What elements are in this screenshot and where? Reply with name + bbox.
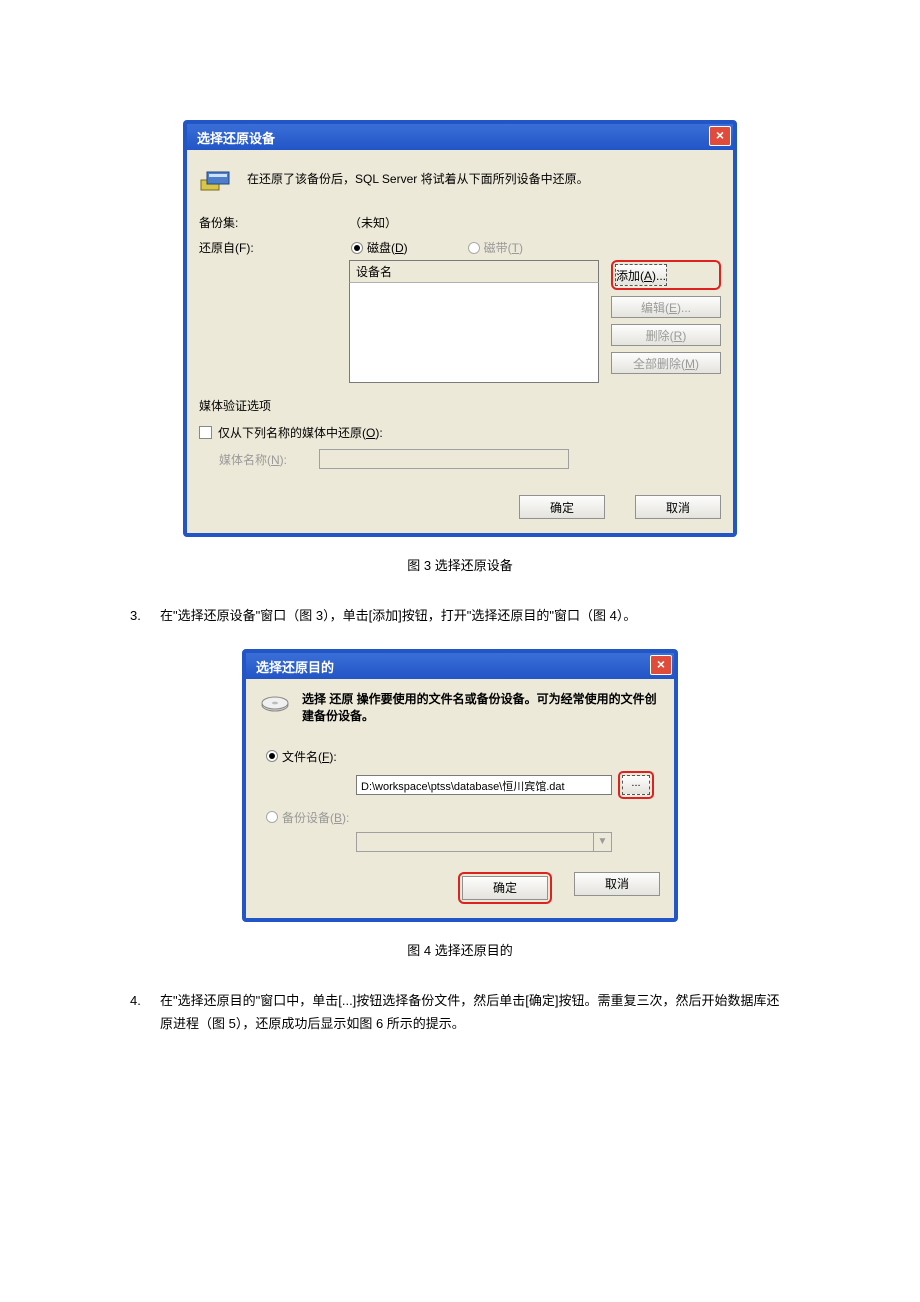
dialog-title: 选择还原设备 <box>197 131 275 146</box>
radio-filename-label: 文件名(F): <box>282 748 337 765</box>
media-name-label: 媒体名称(N): <box>219 451 309 468</box>
figure-3-caption: 图 3 选择还原设备 <box>0 555 920 574</box>
filename-input[interactable]: D:\workspace\ptss\database\恒川宾馆.dat <box>356 775 612 795</box>
media-verify-header: 媒体验证选项 <box>199 397 721 414</box>
cancel-button[interactable]: 取消 <box>574 872 660 896</box>
close-icon[interactable]: × <box>650 655 672 675</box>
backup-device-combo: ▼ <box>356 832 612 852</box>
backupset-value: （未知） <box>349 214 721 231</box>
disk-icon <box>260 695 290 715</box>
radio-disk[interactable]: 磁盘(D) <box>351 239 408 256</box>
delete-button: 删除(R) <box>611 324 721 346</box>
add-button[interactable]: 添加(A)... <box>615 264 667 286</box>
only-media-checkbox[interactable] <box>199 426 212 439</box>
ok-button[interactable]: 确定 <box>519 495 605 519</box>
device-list[interactable] <box>349 283 599 383</box>
step-4-text: 4. 在"选择还原目的"窗口中，单击[...]按钮选择备份文件，然后单击[确定]… <box>130 989 790 1036</box>
figure-4-caption: 图 4 选择还原目的 <box>0 940 920 959</box>
close-icon[interactable]: × <box>709 126 731 146</box>
radio-backup-device-label: 备份设备(B): <box>282 809 349 826</box>
restore-destination-dialog: 选择还原目的 × 选择 还原 操作要使用的文件名或备份设备。可为经常使用的文件创… <box>242 649 678 921</box>
radio-disk-label: 磁盘(D) <box>367 239 408 256</box>
radio-tape-label: 磁带(T) <box>484 239 523 256</box>
backup-device-icon <box>199 166 233 194</box>
only-media-label: 仅从下列名称的媒体中还原(O): <box>218 424 383 441</box>
radio-filename[interactable]: 文件名(F): <box>266 748 337 765</box>
restore-from-label: 还原自(F): <box>199 239 349 383</box>
radio-backup-device[interactable]: 备份设备(B): <box>266 809 349 826</box>
dialog2-title: 选择还原目的 <box>256 660 334 675</box>
ok-button[interactable]: 确定 <box>462 876 548 900</box>
media-name-input <box>319 449 569 469</box>
delete-all-button: 全部删除(M) <box>611 352 721 374</box>
dialog2-titlebar[interactable]: 选择还原目的 × <box>246 653 674 679</box>
radio-tape: 磁带(T) <box>468 239 523 256</box>
dialog-titlebar[interactable]: 选择还原设备 × <box>187 124 733 150</box>
browse-button[interactable]: ... <box>622 775 650 795</box>
dialog-info-text: 在还原了该备份后，SQL Server 将试着从下面所列设备中还原。 <box>247 166 589 194</box>
backupset-label: 备份集: <box>199 214 349 231</box>
dialog2-info-text: 选择 还原 操作要使用的文件名或备份设备。可为经常使用的文件创建备份设备。 <box>302 691 660 723</box>
chevron-down-icon: ▼ <box>593 833 611 851</box>
restore-device-dialog: 选择还原设备 × 在还原了该备份后，SQL Server 将试着从下面所列设备中… <box>183 120 737 537</box>
device-list-header: 设备名 <box>349 260 599 283</box>
step-3-text: 3. 在"选择还原设备"窗口（图 3），单击[添加]按钮，打开"选择还原目的"窗… <box>130 604 790 627</box>
cancel-button[interactable]: 取消 <box>635 495 721 519</box>
edit-button: 编辑(E)... <box>611 296 721 318</box>
